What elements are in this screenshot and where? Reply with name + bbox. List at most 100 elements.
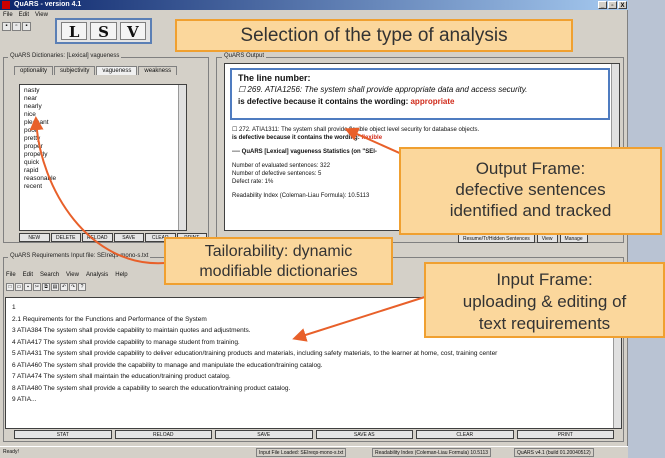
tab-subjectivity[interactable]: subjectivity <box>54 66 96 75</box>
input-frame-title: QuARS Requirements Input file: SEIreqs-m… <box>8 253 151 259</box>
save-icon[interactable]: ▪ <box>2 22 11 31</box>
list-item[interactable]: rapid <box>24 167 182 175</box>
delete-word-button[interactable]: DELETE <box>50 233 81 242</box>
output-buttons: Resume/Tr/Hidden Sentences View Manage <box>458 234 588 243</box>
list-item[interactable]: quick <box>24 159 182 167</box>
view-analysis-button[interactable]: V <box>119 22 146 41</box>
checkbox[interactable]: ☐ <box>238 85 247 94</box>
callout-line: Input Frame: <box>496 270 593 289</box>
input-menu-bar: File Edit Search View Analysis Help <box>6 272 128 278</box>
status-file: Input File Loaded: SEIreqs-mono-s.txt <box>256 448 347 457</box>
analysis-type-selector: L S V <box>55 18 152 44</box>
window-title: QuARS - version 4.1 <box>14 1 82 8</box>
input-menu-help[interactable]: Help <box>115 272 127 278</box>
input-menu-edit[interactable]: Edit <box>23 272 33 278</box>
dictionary-word-list[interactable]: nasty near nearly nice pleasant poor pre… <box>19 84 187 231</box>
callout-line: defective sentences <box>455 180 606 199</box>
list-item[interactable]: nearly <box>24 103 182 111</box>
list-item[interactable]: poor <box>24 127 182 135</box>
reload-dictionary-button[interactable]: RELOAD <box>82 233 113 242</box>
callout-line: modifiable dictionaries <box>199 263 358 280</box>
tab-weakness[interactable]: weakness <box>138 66 178 75</box>
reload-file-button[interactable]: RELOAD <box>114 430 212 439</box>
find-icon[interactable]: ? <box>78 283 86 291</box>
callout-line: uploading & editing of <box>462 292 627 311</box>
minimize-button[interactable]: _ <box>598 1 607 9</box>
dictionary-tabs: optionality subjectivity vagueness weakn… <box>14 66 178 75</box>
new-file-icon[interactable]: □ <box>6 283 14 291</box>
defect-word: flexible <box>361 135 383 141</box>
list-item[interactable]: proper <box>24 143 182 151</box>
list-item[interactable]: nasty <box>24 87 182 95</box>
close-button[interactable]: X <box>618 1 627 9</box>
list-item[interactable]: pleasant <box>24 119 182 127</box>
callout-line: identified and tracked <box>449 201 612 220</box>
print-file-button[interactable]: PRINT <box>516 430 614 439</box>
open-icon[interactable]: ▫ <box>12 22 21 31</box>
status-readability: Readability Index (Coleman-Liau Formula)… <box>372 448 492 457</box>
list-item[interactable]: nice <box>24 111 182 119</box>
save-as-button[interactable]: SAVE AS <box>315 430 413 439</box>
print-icon[interactable]: ▪ <box>22 22 31 31</box>
callout-line: Tailorability: dynamic <box>204 243 353 260</box>
list-item[interactable]: recent <box>24 183 182 191</box>
input-menu-view[interactable]: View <box>66 272 79 278</box>
word-list-scrollbar[interactable] <box>178 85 186 230</box>
menu-file[interactable]: File <box>3 11 13 20</box>
callout-analysis-type: Selection of the type of analysis <box>175 19 573 52</box>
callout-output-frame: Output Frame: defective sentences identi… <box>399 147 662 235</box>
save-file-button[interactable]: SAVE <box>215 430 313 439</box>
callout-tailorability: Tailorability: dynamic modifiable dictio… <box>164 237 393 285</box>
menu-view[interactable]: View <box>35 11 48 20</box>
callout-line: Output Frame: <box>475 159 586 178</box>
highlighted-defect: The line number: ☐ 269. ATIA1256: The sy… <box>230 68 610 120</box>
view-button[interactable]: View <box>536 234 558 243</box>
tab-vagueness[interactable]: vagueness <box>96 66 138 75</box>
line-number-heading: The line number: <box>238 73 311 83</box>
list-item[interactable]: near <box>24 95 182 103</box>
output-frame-title: QuARS Output <box>222 53 267 59</box>
clear-file-button[interactable]: CLEAR <box>416 430 514 439</box>
list-item[interactable]: pretty <box>24 135 182 143</box>
list-item[interactable]: properly <box>24 151 182 159</box>
defect-word: appropriate <box>410 97 455 106</box>
text-line: 7 ATIA474 The system shall maintain the … <box>12 373 231 380</box>
text-line: 6 ATIA460 The system shall provide the c… <box>12 361 323 369</box>
maximize-button[interactable]: ▫ <box>608 1 617 9</box>
manage-button[interactable]: Manage <box>559 234 588 243</box>
copy-icon[interactable]: ⧉ <box>42 283 50 291</box>
text-line: 9 ATIA... <box>12 396 37 403</box>
paste-icon[interactable]: ▤ <box>51 283 59 291</box>
app-icon <box>2 1 10 9</box>
undo-icon[interactable]: ↶ <box>60 283 68 291</box>
output-sentence: 272. ATIA1311: The system shall provide … <box>239 127 480 133</box>
status-version: QuARS v4.1 (build 01.20040512) <box>514 448 594 457</box>
callout-input-frame: Input Frame: uploading & editing of text… <box>424 262 665 338</box>
save-file-icon[interactable]: ▪ <box>24 283 32 291</box>
defective-sentence: 269. ATIA1256: The system shall provide … <box>247 85 528 94</box>
input-menu-search[interactable]: Search <box>40 272 59 278</box>
list-item[interactable]: reasonable <box>24 175 182 183</box>
stat-button[interactable]: STAT <box>14 430 112 439</box>
open-file-icon[interactable]: ▭ <box>15 283 23 291</box>
cut-icon[interactable]: ✂ <box>33 283 41 291</box>
text-line: 5 ATIA431 The system shall provide capab… <box>12 350 498 357</box>
text-line: 8 ATIA480 The system shall provide a cap… <box>12 384 291 392</box>
resume-hidden-button[interactable]: Resume/Tr/Hidden Sentences <box>458 234 535 243</box>
dictionary-frame-title: QuARS Dictionaries: [Lexical] vagueness <box>8 53 122 59</box>
input-menu-file[interactable]: File <box>6 272 16 278</box>
input-menu-analysis[interactable]: Analysis <box>86 272 108 278</box>
callout-line: text requirements <box>478 314 611 333</box>
main-toolbar: ▪ ▫ ▪ <box>2 22 31 31</box>
save-dictionary-button[interactable]: SAVE <box>113 233 144 242</box>
checkbox[interactable]: ☐ <box>232 127 239 133</box>
lexical-analysis-button[interactable]: L <box>61 22 88 41</box>
new-word-button[interactable]: NEW <box>19 233 50 242</box>
text-line: 4 ATIA417 The system shall provide capab… <box>12 338 240 346</box>
redo-icon[interactable]: ↷ <box>69 283 77 291</box>
menu-edit[interactable]: Edit <box>19 11 29 20</box>
tab-optionality[interactable]: optionality <box>14 66 54 75</box>
defect-verdict: is defective because it contains the wor… <box>238 97 411 106</box>
input-buttons: STAT RELOAD SAVE SAVE AS CLEAR PRINT <box>14 430 614 439</box>
syntactic-analysis-button[interactable]: S <box>90 22 117 41</box>
